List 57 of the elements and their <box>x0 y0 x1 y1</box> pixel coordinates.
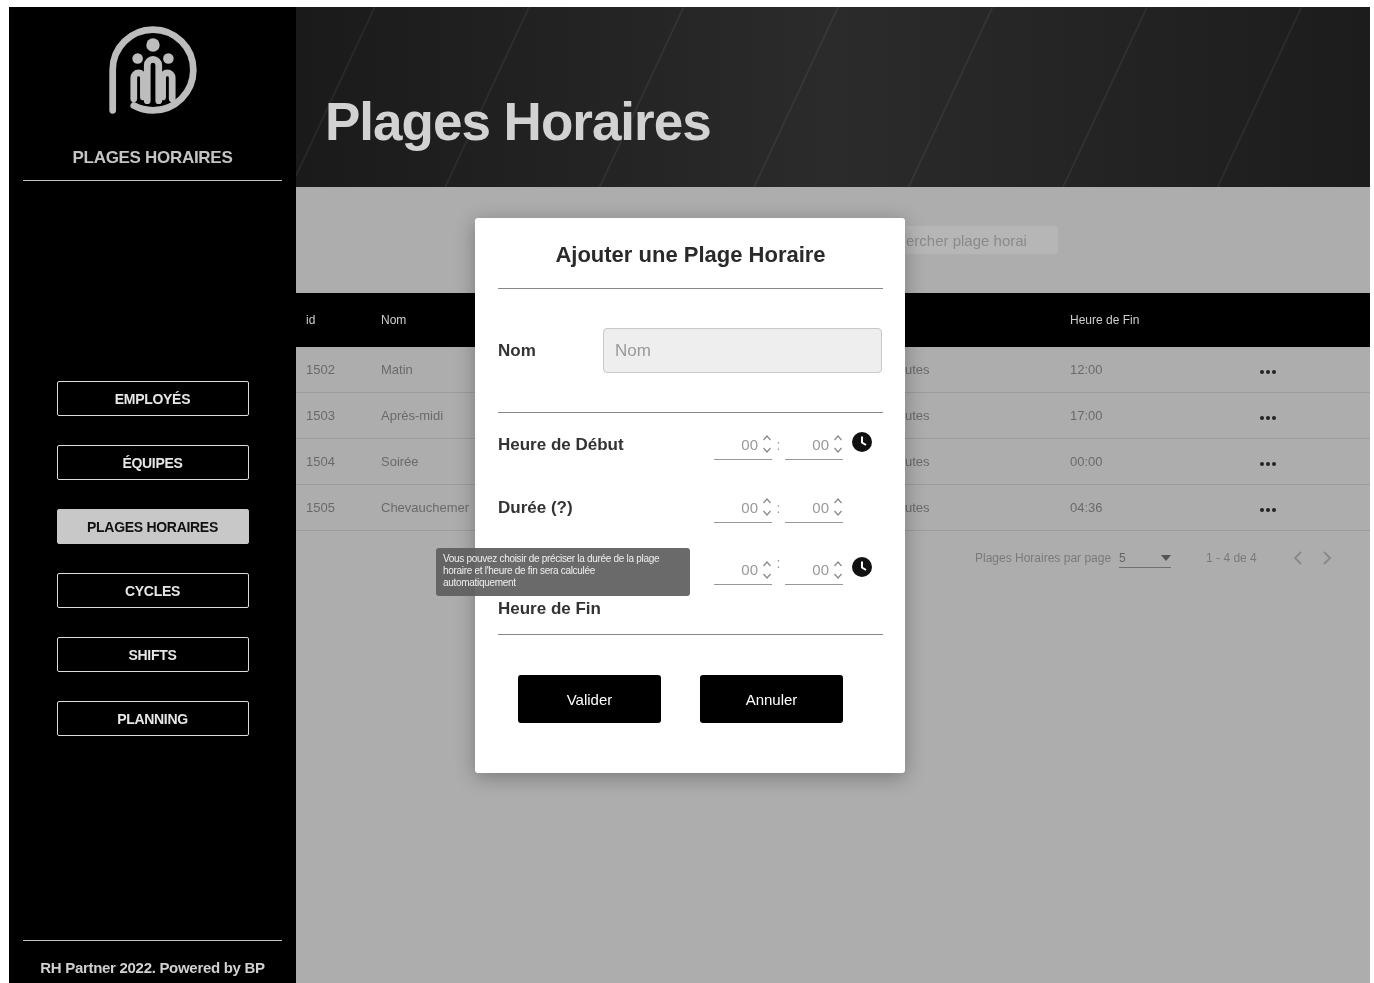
clock-icon[interactable] <box>852 557 872 577</box>
table-cell-text: 1503 <box>306 408 336 423</box>
column-header: Nom <box>381 313 408 327</box>
sidebar-title: PLAGES HORAIRES <box>72 148 233 168</box>
tooltip: Vous pouvez choisir de préciser la durée de la plage horaire et l'heure de fin sera calculée automatiquement <box>436 548 690 596</box>
dialog-button[interactable]: Valider <box>518 675 661 723</box>
hours-field[interactable]: 00 <box>714 555 772 585</box>
table-cell-text: Matin <box>381 362 414 377</box>
nav-button[interactable]: PLANNING <box>56 701 249 736</box>
footer-text: RH Partner 2022. Powered by BP <box>40 959 265 976</box>
field-label: Nom <box>498 340 537 361</box>
nav-button[interactable]: EMPLOYÉS <box>56 381 249 416</box>
column-header: id <box>306 313 317 327</box>
table-cell-text: 1505 <box>306 500 336 515</box>
spinner-icon[interactable] <box>833 433 843 455</box>
field-label: Heure de Fin <box>498 599 602 619</box>
table-cell-text: 17:00 <box>1070 408 1104 423</box>
time-separator: : <box>775 436 782 453</box>
spinner-icon[interactable] <box>762 496 772 518</box>
table-cell-text: utes <box>905 454 931 469</box>
rows-per-page-select[interactable]: 5 <box>1119 548 1172 568</box>
table-cell-text: Soirée <box>381 454 420 469</box>
hours-field[interactable]: 00 <box>714 429 772 460</box>
minutes-field[interactable]: 00 <box>785 429 843 460</box>
minutes-field[interactable]: 00 <box>785 492 843 523</box>
clock-icon[interactable] <box>852 431 872 452</box>
table-cell-text: 1504 <box>306 454 336 469</box>
time-separator: : <box>775 555 782 571</box>
more-icon[interactable] <box>1260 508 1276 512</box>
table-cell-text: Chevauchemer <box>381 500 471 515</box>
table-cell-text: 1502 <box>306 362 336 377</box>
table-cell-text: 12:00 <box>1070 362 1104 377</box>
spinner-icon[interactable] <box>762 433 772 455</box>
hours-field[interactable]: 00 <box>714 492 772 523</box>
minutes-field[interactable]: 00 <box>785 555 843 585</box>
name-field[interactable]: Nom <box>603 328 882 373</box>
nav-button[interactable]: CYCLES <box>56 573 249 608</box>
table-cell-text: utes <box>905 408 931 423</box>
spinner-icon[interactable] <box>833 496 843 518</box>
table-cell-text: Après-midi <box>381 408 445 423</box>
field-label: Heure de Début <box>498 434 625 455</box>
time-separator: : <box>775 499 782 516</box>
more-icon[interactable] <box>1260 462 1276 466</box>
dialog-button[interactable]: Annuler <box>700 675 843 723</box>
more-icon[interactable] <box>1260 416 1276 420</box>
table-cell-text: utes <box>905 500 931 515</box>
nav-button[interactable]: ÉQUIPES <box>56 445 249 480</box>
nav-button[interactable]: SHIFTS <box>56 637 249 672</box>
nav-button[interactable]: PLAGES HORAIRES <box>56 509 249 544</box>
caret-icon <box>1161 554 1172 561</box>
table-cell-text: 04:36 <box>1070 500 1104 515</box>
table-cell-text: utes <box>905 362 931 377</box>
field-label: Durée (?) <box>498 497 574 518</box>
table-cell-text: 00:00 <box>1070 454 1104 469</box>
more-icon[interactable] <box>1260 370 1276 374</box>
column-header: Heure de Fin <box>1070 313 1141 327</box>
dialog-title: Ajouter une Plage Horaire <box>554 241 827 269</box>
